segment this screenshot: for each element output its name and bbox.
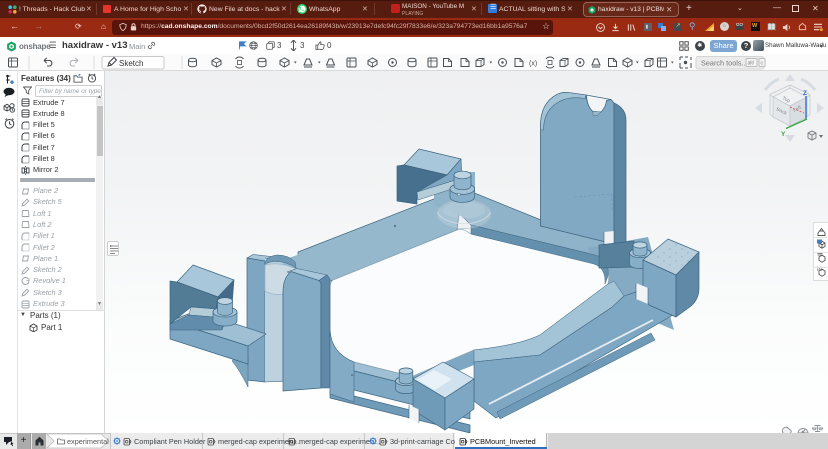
svg-text:Search tools...: Search tools... (701, 59, 748, 68)
svg-text:Z: Z (803, 90, 807, 97)
svg-text:Sketch: Sketch (119, 59, 143, 68)
svg-text:(x): (x) (529, 61, 537, 68)
svg-text:alt/: alt/ (748, 61, 755, 67)
svg-text:Y: Y (781, 131, 786, 138)
